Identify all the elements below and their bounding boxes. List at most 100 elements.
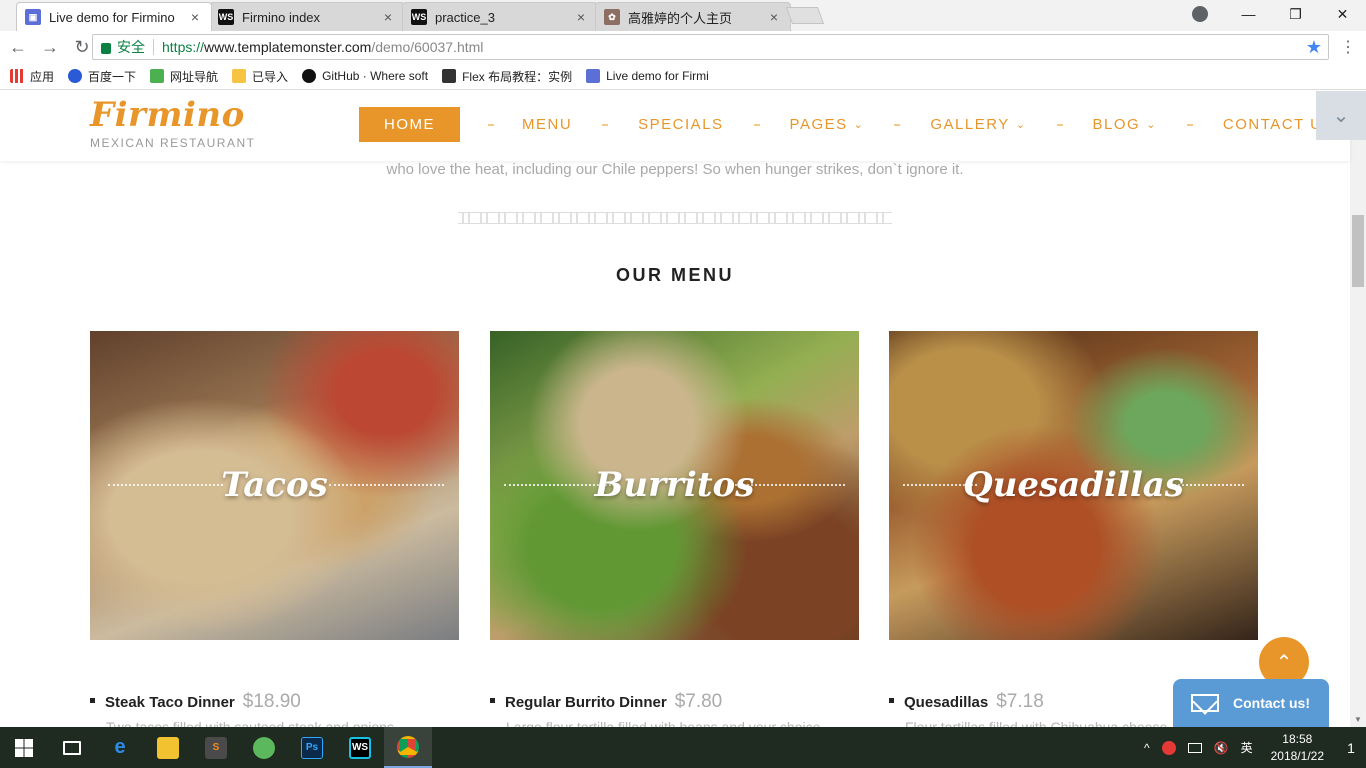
scrollbar-thumb[interactable]	[1352, 215, 1364, 287]
menu-item[interactable]: Steak Taco Dinner $18.90	[90, 691, 301, 713]
nav-label: PAGES	[789, 116, 848, 133]
tab-title: practice_3	[435, 9, 495, 25]
contact-us-widget[interactable]: Contact us!	[1173, 679, 1329, 727]
address-bar[interactable]: 安全 https:// www.templatemonster.com /dem…	[92, 34, 1329, 60]
bookmark-github[interactable]: GitHub · Where soft	[302, 69, 428, 83]
back-button[interactable]: ←	[4, 33, 32, 61]
item-price: $7.18	[996, 691, 1044, 712]
main-nav: HOME MENU SPECIALS PAGES ⌄ GALLERY ⌄ BLOG ⌄…	[359, 107, 1334, 142]
site-header: Firmino MEXICAN RESTAURANT HOME MENU SPE…	[0, 91, 1350, 161]
card-title: Tacos	[221, 465, 328, 505]
tab-title: 高雅婷的个人主页	[628, 10, 733, 26]
tab-title: Firmino index	[242, 9, 321, 25]
templatemonster-icon	[586, 69, 601, 83]
url-scheme: https://	[162, 39, 205, 55]
close-window-button[interactable]: ✕	[1319, 0, 1366, 28]
profile-icon[interactable]	[1192, 6, 1208, 22]
close-icon[interactable]: ×	[380, 9, 396, 25]
close-icon[interactable]: ×	[573, 9, 589, 25]
tab-live-demo[interactable]: ▣ Live demo for Firmino ×	[16, 2, 212, 31]
sublime-button[interactable]: S	[192, 727, 240, 768]
section-title: OUR MENU	[616, 265, 734, 285]
chevron-down-icon: ⌄	[1015, 119, 1027, 131]
chrome-button[interactable]	[384, 727, 432, 768]
menu-card-quesadillas[interactable]: Quesadillas	[889, 331, 1258, 640]
task-view-button[interactable]	[48, 727, 96, 768]
bookmark-flex[interactable]: Flex 布局教程：实例	[442, 68, 572, 85]
github-icon	[302, 69, 317, 83]
close-icon[interactable]: ×	[766, 9, 782, 25]
nav-menu[interactable]: MENU	[522, 116, 572, 133]
nav-gallery[interactable]: GALLERY ⌄	[930, 116, 1026, 133]
logo-subtitle: MEXICAN RESTAURANT	[90, 136, 256, 150]
menu-item[interactable]: Quesadillas $7.18	[889, 691, 1044, 713]
nav-label: BLOG	[1092, 116, 1141, 133]
url-host: www.templatemonster.com	[204, 39, 372, 55]
close-icon[interactable]: ×	[187, 9, 203, 25]
nav-separator	[1186, 123, 1193, 126]
nav-separator	[602, 123, 609, 126]
tab-firmino-index[interactable]: WS Firmino index ×	[209, 2, 405, 31]
menu-item[interactable]: Regular Burrito Dinner $7.80	[490, 691, 722, 713]
hao123-icon	[150, 69, 165, 83]
menu-card-tacos[interactable]: Tacos	[90, 331, 459, 640]
page-scrollbar[interactable]: ▲ ▼	[1350, 91, 1366, 727]
volume-icon[interactable]: 🔇	[1214, 741, 1229, 755]
tab-personal-page[interactable]: ✿ 高雅婷的个人主页 ×	[595, 2, 791, 31]
clock-time: 18:58	[1282, 731, 1313, 746]
webstorm-icon: WS	[411, 9, 427, 25]
header-toggle-button[interactable]: ⌄	[1316, 91, 1366, 140]
tab-title: Live demo for Firmino	[49, 9, 175, 25]
qq-icon[interactable]	[1161, 740, 1176, 755]
bookmark-label: 应用	[30, 69, 55, 84]
bookmark-label: Live demo for Firmi	[606, 69, 709, 83]
decorative-border	[458, 212, 892, 224]
tab-practice-3[interactable]: WS practice_3 ×	[402, 2, 598, 31]
minimize-button[interactable]: —	[1225, 0, 1272, 28]
edge-button[interactable]: e	[96, 727, 144, 768]
file-explorer-icon	[157, 736, 179, 759]
nav-separator	[1056, 123, 1063, 126]
bookmark-hao123[interactable]: 网址导航	[150, 68, 218, 85]
bookmark-imported[interactable]: 已导入	[232, 68, 288, 85]
bullet	[889, 698, 894, 703]
lock-icon	[101, 42, 111, 54]
restore-button[interactable]: ❐	[1272, 0, 1319, 28]
nav-specials[interactable]: SPECIALS	[638, 116, 723, 133]
chevron-down-icon: ⌄	[853, 119, 865, 131]
item-description: Flour tortillas filled with Chihuahua ch…	[905, 719, 1168, 727]
nav-separator	[753, 123, 760, 126]
new-tab-button[interactable]	[785, 7, 825, 24]
forward-button[interactable]: →	[36, 33, 64, 61]
network-icon[interactable]	[1187, 742, 1202, 753]
apps-icon	[10, 69, 24, 83]
bookmark-label: Flex 布局教程：实例	[462, 69, 573, 84]
nav-label: GALLERY	[930, 116, 1010, 133]
windows-taskbar: e S Ps WS ^ 🔇 英 18:58 2018/1/22 1	[0, 727, 1366, 768]
chrome-menu-icon[interactable]: ⋮	[1340, 37, 1356, 57]
input-language[interactable]: 英	[1241, 739, 1253, 756]
menu-card-burritos[interactable]: Burritos	[490, 331, 859, 640]
clock[interactable]: 18:58 2018/1/22	[1271, 731, 1324, 765]
webstorm-icon: WS	[349, 736, 371, 759]
webstorm-button[interactable]: WS	[336, 727, 384, 768]
scroll-down-arrow[interactable]: ▼	[1350, 711, 1366, 727]
nav-home[interactable]: HOME	[359, 107, 460, 142]
photoshop-button[interactable]: Ps	[288, 727, 336, 768]
file-explorer-button[interactable]	[144, 727, 192, 768]
notifications-icon[interactable]: 1	[1336, 740, 1366, 756]
browser-toolbar: ← → ↻ 安全 https:// www.templatemonster.co…	[0, 31, 1366, 63]
bookmark-star-icon[interactable]: ★	[1306, 37, 1322, 58]
tray-chevron-icon[interactable]: ^	[1144, 741, 1150, 755]
bookmark-baidu[interactable]: 百度一下	[68, 68, 136, 85]
bookmark-live-demo[interactable]: Live demo for Firmi	[586, 69, 709, 83]
task-view-icon	[63, 740, 81, 755]
nav-blog[interactable]: BLOG ⌄	[1093, 116, 1157, 133]
nav-pages[interactable]: PAGES ⌄	[790, 116, 865, 133]
start-button[interactable]	[0, 727, 48, 768]
window-controls: — ❐ ✕	[1225, 0, 1366, 28]
logo[interactable]: Firmino	[90, 95, 245, 135]
item-price: $7.80	[674, 691, 723, 712]
browser-360-button[interactable]	[240, 727, 288, 768]
bookmark-apps[interactable]: 应用	[10, 68, 54, 85]
